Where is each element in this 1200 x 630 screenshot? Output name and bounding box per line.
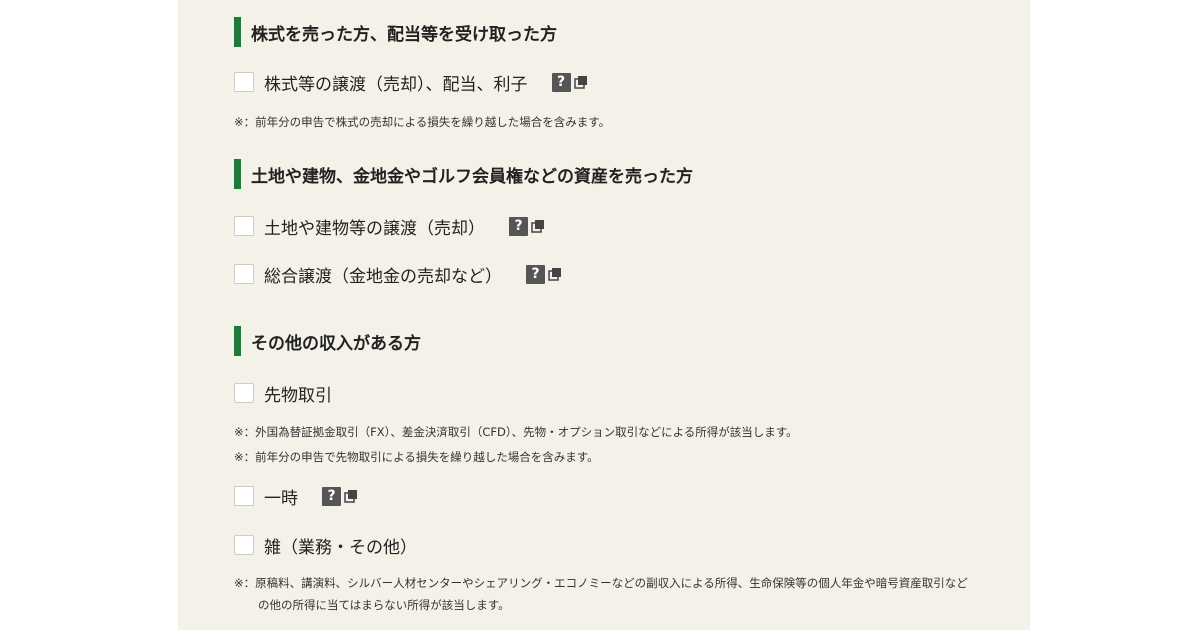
open-in-new-window-icon[interactable] [344,489,358,503]
option-label: 先物取引 [264,385,332,406]
note-futures-fx: ※：外国為替証拠金取引（FX）、差金決済取引（CFD）、先物・オプション取引など… [234,425,798,439]
section-title: 株式を売った方、配当等を受け取った方 [251,24,557,45]
open-in-new-window-icon[interactable] [531,219,545,233]
land-building-checkbox[interactable] [234,216,254,236]
accent-bar [234,326,241,356]
option-label: 総合譲渡（金地金の売却など） [264,266,502,287]
option-temporary[interactable]: 一時 ? [234,484,358,509]
form-panel: 株式を売った方、配当等を受け取った方 株式等の譲渡（売却）、配当、利子 ? ※：… [178,0,1030,630]
option-label: 一時 [264,488,298,509]
stock-transfer-checkbox[interactable] [234,72,254,92]
temporary-checkbox[interactable] [234,486,254,506]
option-land-building-transfer[interactable]: 土地や建物等の譲渡（売却） ? [234,214,545,239]
section-heading-other-income: その他の収入がある方 [234,326,421,356]
question-mark-icon[interactable]: ? [551,72,571,92]
accent-bar [234,17,241,47]
futures-checkbox[interactable] [234,383,254,403]
note-stocks: ※：前年分の申告で株式の売却による損失を繰り越した場合を含みます。 [234,115,611,129]
section-heading-property: 土地や建物、金地金やゴルフ会員権などの資産を売った方 [234,159,693,189]
accent-bar [234,159,241,189]
open-in-new-window-icon[interactable] [573,75,588,89]
section-heading-stocks: 株式を売った方、配当等を受け取った方 [234,17,557,47]
miscellaneous-checkbox[interactable] [234,535,254,555]
option-general-transfer[interactable]: 総合譲渡（金地金の売却など） ? [234,262,562,287]
question-mark-icon[interactable]: ? [526,264,545,284]
general-transfer-checkbox[interactable] [234,264,254,284]
option-miscellaneous[interactable]: 雑（業務・その他） [234,533,417,558]
question-mark-icon[interactable]: ? [322,486,341,506]
section-title: 土地や建物、金地金やゴルフ会員権などの資産を売った方 [251,166,693,187]
option-label: 土地や建物等の譲渡（売却） [264,218,485,239]
option-label: 株式等の譲渡（売却）、配当、利子 [264,74,528,95]
section-title: その他の収入がある方 [251,333,421,354]
option-stock-transfer[interactable]: 株式等の譲渡（売却）、配当、利子 ? [234,70,588,95]
note-futures-loss: ※：前年分の申告で先物取引による損失を繰り越した場合を含みます。 [234,450,599,464]
option-futures[interactable]: 先物取引 [234,381,332,406]
open-in-new-window-icon[interactable] [548,267,562,281]
note-miscellaneous: ※：原稿料、講演料、シルバー人材センターやシェアリング・エコノミーなどの副収入に… [234,576,968,612]
question-mark-icon[interactable]: ? [509,216,528,236]
option-label: 雑（業務・その他） [264,537,417,558]
